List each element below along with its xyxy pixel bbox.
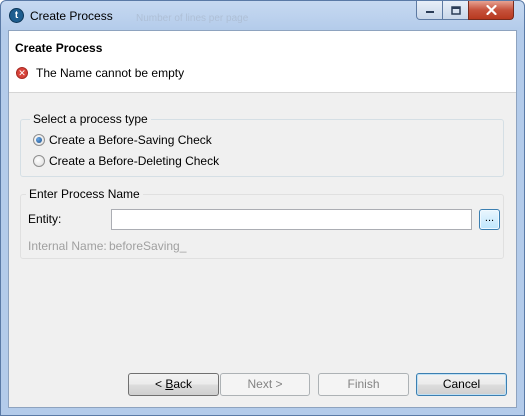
minimize-button[interactable]: [416, 1, 443, 20]
minimize-icon: [425, 11, 434, 13]
browse-button[interactable]: ...: [479, 209, 500, 230]
process-type-label: Select a process type: [30, 112, 151, 126]
radio-before-saving[interactable]: Create a Before-Saving Check: [33, 133, 212, 147]
close-icon: [485, 5, 497, 15]
maximize-icon: [450, 5, 461, 15]
window-title: Create Process: [30, 9, 113, 23]
radio-button-checked[interactable]: [33, 134, 45, 146]
dialog-window: t Create Process Number of lines per pag…: [0, 0, 525, 416]
process-name-group: Enter Process Name Entity: ... Internal …: [20, 187, 504, 259]
process-name-label: Enter Process Name: [26, 187, 143, 201]
title-bar[interactable]: t Create Process Number of lines per pag…: [1, 1, 524, 30]
finish-button[interactable]: Finish: [318, 373, 409, 396]
header-title: Create Process: [15, 41, 103, 55]
radio-button-unchecked[interactable]: [33, 155, 45, 167]
close-button[interactable]: [468, 1, 514, 20]
app-icon: t: [9, 8, 24, 23]
radio-label: Create a Before-Saving Check: [49, 133, 212, 147]
entity-input[interactable]: [111, 209, 472, 230]
next-button[interactable]: Next >: [220, 373, 310, 396]
back-rest: ack: [173, 377, 193, 391]
entity-label: Entity:: [28, 212, 62, 226]
cancel-button[interactable]: Cancel: [416, 373, 507, 396]
dialog-content: Create Process ✕ The Name cannot be empt…: [8, 30, 517, 408]
wizard-header: Create Process ✕ The Name cannot be empt…: [9, 31, 516, 93]
background-window-text: Number of lines per page: [136, 13, 249, 24]
back-prefix: <: [154, 377, 166, 391]
radio-label: Create a Before-Deleting Check: [49, 154, 220, 168]
error-message: The Name cannot be empty: [36, 66, 185, 80]
process-type-group: Select a process type Create a Before-Sa…: [20, 112, 504, 177]
back-button[interactable]: < Back: [128, 373, 219, 396]
internal-name-label: Internal Name:: [28, 239, 107, 253]
error-icon: ✕: [16, 67, 28, 79]
internal-name-value: beforeSaving_: [109, 239, 187, 253]
radio-before-deleting[interactable]: Create a Before-Deleting Check: [33, 154, 219, 168]
maximize-button[interactable]: [442, 1, 469, 20]
